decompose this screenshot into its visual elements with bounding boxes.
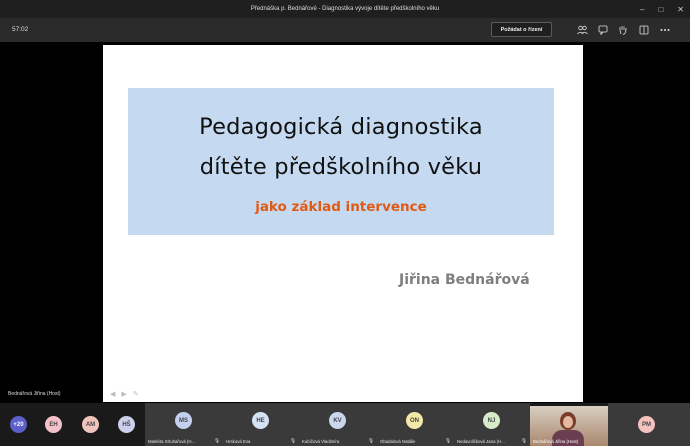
people-icon[interactable] — [575, 22, 589, 37]
rooms-icon[interactable] — [637, 22, 651, 37]
participant-avatar: ON — [406, 412, 423, 429]
participant-avatar: HE — [252, 412, 269, 429]
participant-name: Nedavoličková Jana (H... — [457, 439, 505, 444]
participant-avatar: PM — [638, 416, 655, 433]
participant-name: Obadalová Natálie — [380, 439, 416, 444]
mic-muted-icon: 🎙 — [521, 438, 527, 443]
raise-hand-icon[interactable] — [616, 22, 630, 37]
participant-avatar[interactable]: HŠ — [118, 416, 135, 433]
mic-muted-icon: 🎙 — [368, 438, 374, 443]
participant-tile[interactable]: NJ Nedavoličková Jana (H... 🎙 — [454, 403, 530, 446]
mic-muted-icon: 🎙 — [445, 438, 451, 443]
participant-tile[interactable]: HE Hrsková Eva 🎙 — [223, 403, 299, 446]
participant-tile[interactable]: ON Obadalová Natálie 🎙 — [377, 403, 454, 446]
next-slide-icon[interactable]: ▶ — [121, 390, 126, 398]
slide-title-line-2: dítěte předškolního věku — [199, 154, 483, 180]
minimize-icon[interactable]: – — [640, 5, 644, 14]
window-title-bar: Přednáška p. Bednářové - Diagnostika výv… — [0, 0, 690, 18]
window-title: Přednáška p. Bednářové - Diagnostika výv… — [250, 6, 440, 12]
video-person-face — [563, 416, 573, 428]
request-control-button[interactable]: Požádat o řízení — [491, 22, 552, 37]
participant-avatar[interactable]: AM — [82, 416, 99, 433]
pen-icon[interactable]: ✎ — [133, 390, 139, 398]
participant-name: Bednářová Jiřina (Host) — [533, 439, 579, 444]
participant-name: Hrsková Eva — [226, 439, 251, 444]
meeting-timer: 57:02 — [12, 26, 29, 33]
participant-avatar: MS — [175, 412, 192, 429]
slide-author: Jiřina Bednářová — [399, 272, 530, 288]
participant-tile[interactable]: MS Markéta Struhařová (H... 🎙 — [145, 403, 223, 446]
participant-tile[interactable]: KV Kubíčová Vladimíra 🎙 — [299, 403, 377, 446]
window-controls: – □ ✕ — [640, 0, 684, 18]
more-icon[interactable] — [658, 22, 672, 37]
slide-controls: ◀ ▶ ✎ — [110, 390, 139, 398]
maximize-icon[interactable]: □ — [658, 5, 663, 14]
presenter-video-tile[interactable]: Bednářová Jiřina (Host) — [530, 406, 608, 446]
prev-slide-icon[interactable]: ◀ — [110, 390, 115, 398]
participant-avatar: KV — [329, 412, 346, 429]
participant-name: Kubíčová Vladimíra — [302, 439, 340, 444]
participant-strip: +20 EH AM HŠ MS Markéta Struhařová (H...… — [0, 403, 690, 446]
meeting-toolbar: 57:02 Požádat o řízení — [0, 18, 690, 42]
participant-tile[interactable]: PM — [608, 403, 690, 446]
close-icon[interactable]: ✕ — [677, 5, 684, 14]
slide-subtitle: jako základ intervence — [255, 199, 427, 215]
presenter-label: Bednářová Jiřina (Host) — [8, 391, 61, 397]
chat-icon[interactable] — [596, 22, 610, 37]
shared-screen-stage: Pedagogická diagnostika dítěte předškoln… — [0, 42, 690, 402]
participant-avatar: NJ — [483, 412, 500, 429]
mic-muted-icon: 🎙 — [290, 438, 296, 443]
participant-name: Markéta Struhařová (H... — [148, 439, 196, 444]
overflow-participants-badge[interactable]: +20 — [10, 416, 27, 433]
mic-muted-icon: 🎙 — [214, 438, 220, 443]
participant-avatar[interactable]: EH — [45, 416, 62, 433]
slide-title-box: Pedagogická diagnostika dítěte předškoln… — [128, 88, 554, 235]
presentation-slide: Pedagogická diagnostika dítěte předškoln… — [103, 45, 583, 402]
slide-title-line-1: Pedagogická diagnostika — [199, 114, 483, 140]
